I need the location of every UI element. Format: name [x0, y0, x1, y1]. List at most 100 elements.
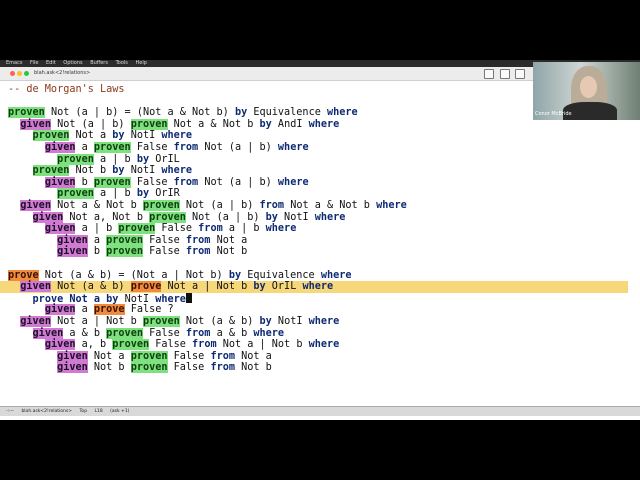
code-text: a | b [222, 223, 266, 235]
code-text: Not (a & b) [179, 316, 260, 327]
token-kw: by [228, 269, 242, 281]
code-text: OrIL [149, 153, 180, 165]
code-line[interactable]: given Not a, Not b proven Not (a | b) by… [8, 211, 345, 224]
code-line[interactable]: given Not (a | b) proven Not a & Not b b… [8, 118, 340, 131]
modeline-status: -:--- [6, 409, 15, 414]
code-text: a [87, 234, 107, 246]
code-text: Not a | Not b [216, 339, 309, 351]
token-kw: by [234, 107, 248, 119]
token-proven: proven [93, 142, 131, 153]
maximize-window-icon[interactable] [24, 71, 29, 76]
menu-buffers[interactable]: Buffers [90, 60, 108, 66]
code-text: Not b [87, 362, 131, 374]
menu-file[interactable]: File [30, 60, 38, 66]
code-text: Not a & Not b [167, 118, 260, 130]
token-kw: from [185, 246, 211, 258]
token-prove: prove [8, 269, 39, 281]
code-line[interactable]: given Not a | Not b proven Not (a & b) b… [8, 316, 339, 328]
code-text: Not b [69, 165, 113, 177]
code-text: False [149, 339, 193, 351]
new-file-icon[interactable] [484, 69, 494, 79]
code-line[interactable]: given Not b proven False from Not b [8, 362, 272, 374]
token-kw: where [308, 118, 340, 130]
close-window-icon[interactable] [10, 71, 15, 76]
code-line[interactable]: given a proven False from Not a [8, 234, 247, 247]
code-text: b [87, 246, 107, 258]
open-folder-icon[interactable] [499, 69, 510, 79]
code-text: Not a [87, 350, 131, 362]
token-kw: from [173, 176, 199, 188]
code-line[interactable]: proven Not a by NotI where [8, 130, 192, 142]
token-given: given [44, 142, 76, 153]
code-text: False [167, 350, 211, 362]
code-line[interactable]: prove Not a by NotI where [8, 292, 192, 305]
token-kw: from [173, 142, 199, 153]
token-kw: by [136, 153, 150, 165]
token-kw: from [185, 327, 211, 339]
code-line[interactable]: -- de Morgan's Laws [8, 84, 125, 96]
code-line[interactable]: given a | b proven False from a | b wher… [8, 223, 296, 235]
code-line[interactable]: given a proven False from Not (a | b) wh… [8, 142, 309, 154]
editor-buffer[interactable]: -- de Morgan's Laws proven Not (a | b) = … [0, 82, 640, 406]
code-line[interactable]: proven a | b by OrIR [8, 188, 180, 200]
menu-emacs[interactable]: Emacs [6, 60, 22, 66]
code-text: Equivalence [247, 107, 327, 119]
code-line[interactable]: given a & b proven False from a & b wher… [8, 327, 284, 340]
token-kw: by [265, 211, 278, 223]
mode-line: -:--- blah.ask<2!relations> Top L18 (ask… [0, 406, 640, 416]
token-kw: where [277, 142, 309, 153]
code-text: Not b [234, 362, 272, 374]
modeline-mode: (ask +1) [110, 409, 130, 414]
code-line[interactable]: proven Not b by NotI where [8, 165, 192, 177]
code-line[interactable]: proven Not (a | b) = (Not a & Not b) by … [8, 107, 358, 119]
menu-edit[interactable]: Edit [46, 60, 56, 66]
code-text: a | b [75, 223, 119, 235]
token-kw: where [326, 107, 358, 119]
webcam-name-label: Conor McBride [535, 111, 572, 117]
token-given: given [32, 211, 64, 223]
code-line[interactable]: given Not a & Not b proven Not (a | b) f… [8, 200, 407, 212]
code-line[interactable]: given b proven False from Not (a | b) wh… [8, 176, 309, 189]
token-proven: proven [106, 246, 143, 258]
code-text: NotI [124, 165, 162, 177]
token-kw: where [161, 130, 193, 142]
minimize-window-icon[interactable] [17, 71, 22, 76]
code-text: False [155, 223, 199, 235]
save-icon[interactable] [515, 69, 526, 79]
code-line[interactable]: prove Not (a & b) = (Not a | Not b) by E… [8, 269, 352, 282]
text-cursor [185, 292, 192, 303]
code-text: OrIR [149, 188, 180, 200]
token-kw: where [277, 176, 309, 188]
token-kw: where [265, 223, 297, 235]
code-text: False [167, 362, 211, 374]
code-text: NotI [124, 130, 162, 142]
menu-help[interactable]: Help [135, 60, 146, 66]
code-text: NotI [277, 211, 315, 223]
code-line[interactable]: given Not a proven False from Not a [8, 350, 272, 363]
token-proven: proven [130, 362, 168, 374]
token-proven: proven [112, 339, 150, 351]
code-text: Not a | Not b [161, 281, 254, 293]
token-proven: proven [130, 118, 168, 130]
token-given: given [57, 362, 88, 374]
code-line[interactable]: given a, b proven False from Not a | Not… [8, 339, 339, 351]
code-line[interactable]: proven a | b by OrIL [8, 153, 180, 166]
code-line[interactable]: given b proven False from Not b [8, 246, 247, 258]
code-text: a | b [93, 153, 137, 165]
token-kw: by [112, 130, 125, 142]
menu-tools[interactable]: Tools [116, 60, 128, 66]
code-line[interactable]: given Not (a & b) prove Not a | Not b by… [8, 281, 333, 293]
code-text: a & b [210, 327, 254, 339]
code-text: a [75, 304, 94, 316]
code-text: False [142, 327, 186, 339]
token-proven: proven [149, 211, 186, 223]
menu-options[interactable]: Options [63, 60, 82, 66]
code-line[interactable]: given a prove False ? [8, 304, 174, 316]
code-text: Not (a | b) [198, 176, 278, 188]
token-proven: proven [32, 165, 70, 177]
